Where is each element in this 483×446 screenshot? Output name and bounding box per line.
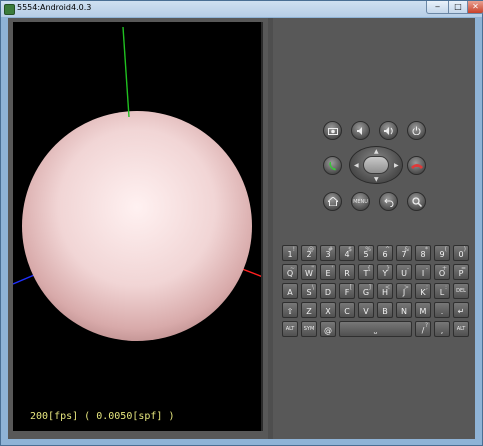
key[interactable]: -U [396,264,412,280]
back-icon [383,198,393,207]
space-key[interactable]: ⎵ [339,321,412,337]
maximize-button[interactable]: □ [448,1,468,14]
call-icon [328,161,336,170]
delete-key[interactable]: DEL [453,283,469,299]
power-button[interactable] [407,121,426,140]
hardware-keyboard: ! 1 @2 #3 $4 % 5 ^ 6 & 7 * 8 (9 ) 0 ~ Q " W ' E R… [282,245,469,337]
key[interactable]: (9 [434,245,450,261]
panel-divider [268,18,273,439]
search-icon [411,196,422,207]
at-key[interactable]: @ [320,321,336,337]
enter-key[interactable]: ↵ [453,302,469,318]
key[interactable]: Z [301,302,317,318]
axis-y-line [122,26,130,118]
dpad[interactable]: ▲ ▼ ◀ ▶ [349,146,403,184]
key[interactable]: = P [453,264,469,280]
key[interactable]: . [434,302,450,318]
key[interactable]: ] G [358,283,374,299]
key[interactable]: #3 [320,245,336,261]
key[interactable]: ) 0 [453,245,469,261]
menu-button[interactable]: MENU [351,192,370,211]
android-app-icon [4,4,15,15]
key[interactable]: R [339,264,355,280]
back-button[interactable] [379,192,398,211]
dpad-center-button[interactable] [363,156,389,174]
key[interactable]: C [339,302,355,318]
key[interactable]: " W [301,264,317,280]
sym-key[interactable]: SYM [301,321,317,337]
alt-right-key[interactable]: ALT [453,321,469,337]
key[interactable]: X [320,302,336,318]
end-call-button[interactable] [407,156,426,175]
key[interactable]: } Y [377,264,393,280]
home-icon [327,197,338,206]
power-icon [412,126,421,135]
scene-canvas [13,26,261,341]
key[interactable]: ~ Q [282,264,298,280]
fps-readout: 200[fps] ( 0.0050[spf] ) [30,411,175,422]
key[interactable]: ' E [320,264,336,280]
comma-key[interactable]: , [434,321,450,337]
alt-left-key[interactable]: ALT [282,321,298,337]
key[interactable]: ! 1 [282,245,298,261]
key[interactable]: \ S [301,283,317,299]
key[interactable]: :L [434,283,450,299]
volume-up-icon [384,126,393,135]
key[interactable]: % 5 [358,245,374,261]
key[interactable]: V [358,302,374,318]
volume-down-icon [356,126,362,135]
search-button[interactable] [407,192,426,211]
volume-up-button[interactable] [379,121,398,140]
device-screen[interactable]: 200[fps] ( 0.0050[spf] ) [13,22,263,431]
slash-key[interactable]: ? / [415,321,431,337]
key[interactable]: -I [415,264,431,280]
key[interactable]: @2 [301,245,317,261]
key[interactable]: N [396,302,412,318]
dpad-left-icon[interactable]: ◀ [354,163,359,169]
minimize-button[interactable]: ‒ [426,1,449,14]
dpad-down-icon[interactable]: ▼ [374,177,379,183]
key[interactable]: $4 [339,245,355,261]
key[interactable]: {T [358,264,374,280]
end-call-icon [410,163,423,169]
key[interactable]: ; K [415,283,431,299]
title-bar[interactable]: 5554:Android4.0.3 ‒ □ ✕ [1,1,483,17]
key[interactable]: A [282,283,298,299]
key[interactable]: B [377,302,393,318]
key[interactable]: D [320,283,336,299]
home-button[interactable] [323,192,342,211]
key[interactable]: M [415,302,431,318]
sphere [22,111,252,341]
key[interactable]: * 8 [415,245,431,261]
shift-key[interactable]: ⇧ [282,302,298,318]
call-button[interactable] [323,156,342,175]
camera-button[interactable] [323,121,342,140]
volume-down-button[interactable] [351,121,370,140]
key[interactable]: ^ 6 [377,245,393,261]
window-title: 5554:Android4.0.3 [17,3,92,12]
dpad-right-icon[interactable]: ▶ [394,163,399,169]
key[interactable]: [F [339,283,355,299]
key[interactable]: + O [434,264,450,280]
dpad-up-icon[interactable]: ▲ [374,149,379,155]
close-button[interactable]: ✕ [467,1,483,14]
key[interactable]: > J [396,283,412,299]
key[interactable]: & 7 [396,245,412,261]
camera-icon [327,127,338,135]
key[interactable]: < H [377,283,393,299]
